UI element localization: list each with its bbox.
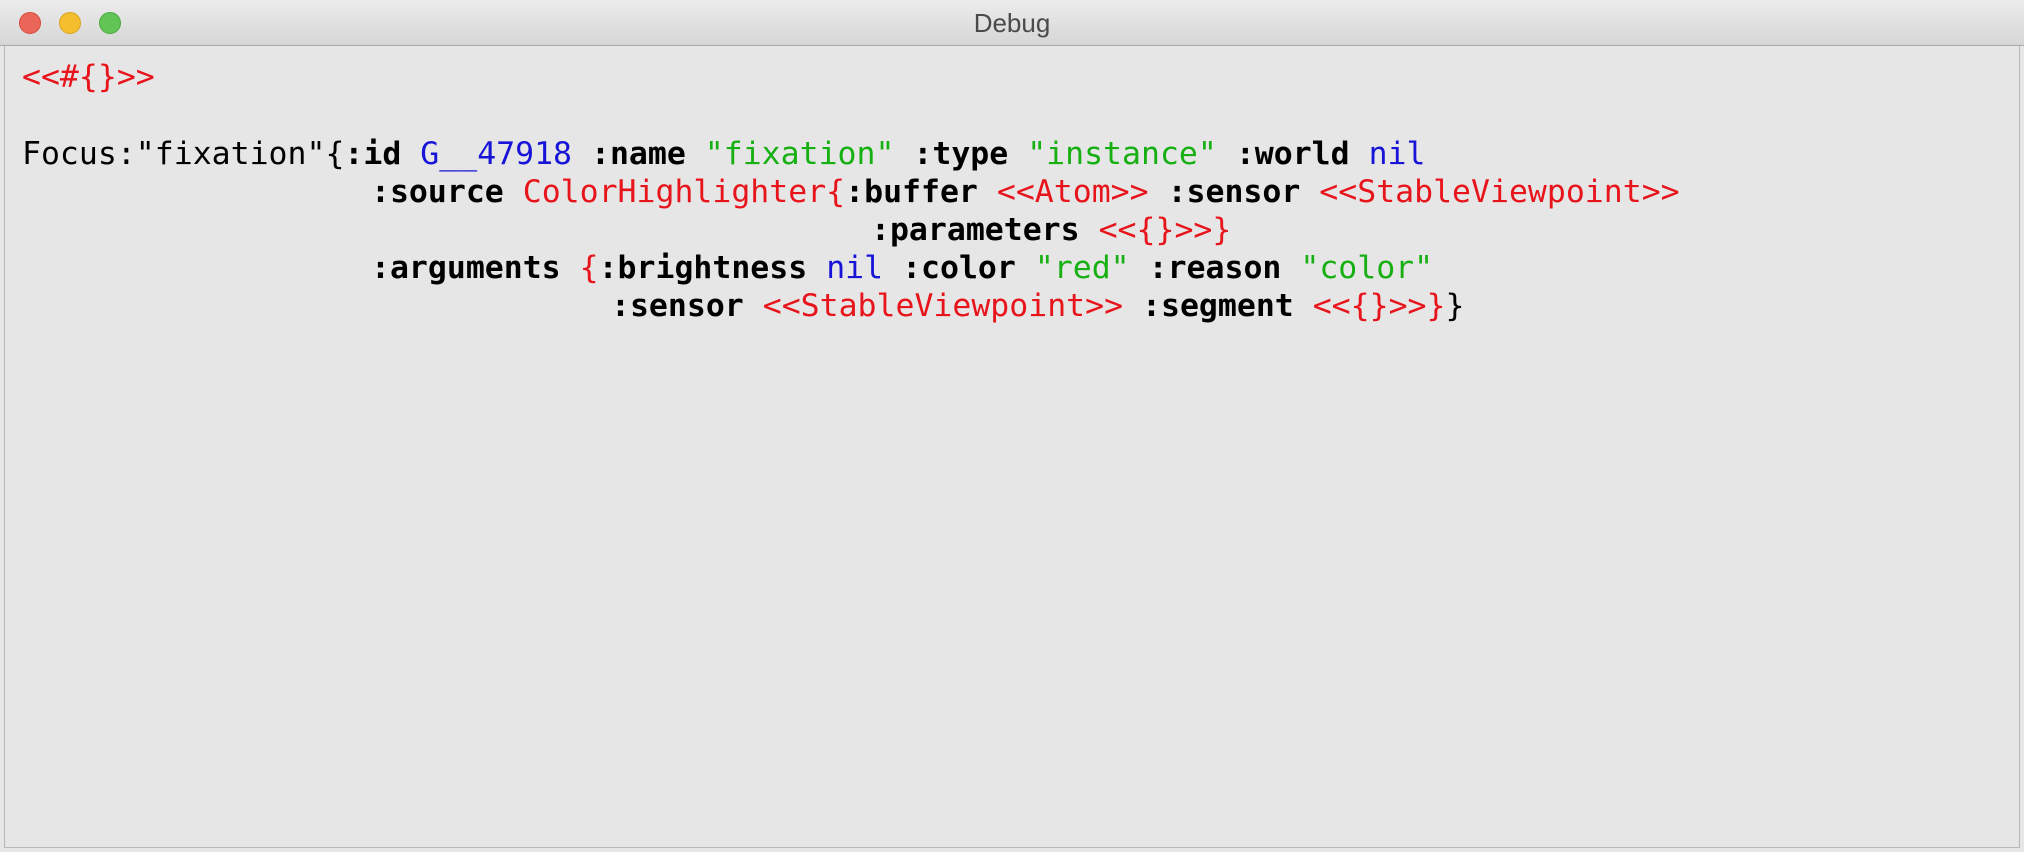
header-value: <<#{}>>: [22, 59, 155, 95]
brightness-key: :brightness: [598, 250, 808, 286]
id-key: :id: [344, 136, 402, 172]
focus-label: Focus:: [22, 136, 136, 172]
parameters-value: <<{}>>}: [1098, 212, 1232, 248]
window-title: Debug: [973, 8, 1051, 38]
open-brace: {: [325, 136, 345, 172]
buffer-value: <<Atom>>: [996, 174, 1149, 210]
name-key: :name: [590, 136, 686, 172]
type-key: :type: [913, 136, 1009, 172]
color-value: "red": [1034, 250, 1130, 286]
type-value: "instance": [1027, 136, 1217, 172]
source-value: ColorHighlighter{: [522, 174, 846, 210]
world-key: :world: [1235, 136, 1350, 172]
focus-line: Focus:"fixation"{:id G__47918 :name "fix…: [22, 136, 1426, 172]
world-value: nil: [1368, 136, 1426, 172]
brightness-value: nil: [826, 250, 884, 286]
sensor-value: <<StableViewpoint>>: [1319, 174, 1680, 210]
segment-value: <<{}>>}: [1312, 288, 1446, 324]
reason-value: "color": [1300, 250, 1434, 286]
arg-sensor-value: <<StableViewpoint>>: [762, 288, 1124, 324]
arg-sensor-key: :sensor: [611, 288, 744, 324]
name-value: "fixation": [704, 136, 895, 172]
buffer-key: :buffer: [845, 174, 978, 210]
focus-name: "fixation": [135, 136, 326, 172]
debug-window: Debug <<#{}>> Focus:"fixation"{:id G__47…: [0, 0, 2024, 852]
parameters-line: :parameters <<{}>>}: [871, 212, 1231, 248]
sensor-key: :sensor: [1167, 174, 1301, 210]
arguments-line: :arguments {:brightness nil :color "red"…: [371, 250, 1433, 286]
arguments-key: :arguments: [371, 250, 561, 286]
source-key: :source: [371, 174, 504, 210]
reason-key: :reason: [1148, 250, 1282, 286]
debug-output-area[interactable]: <<#{}>> Focus:"fixation"{:id G__47918 :n…: [4, 46, 2020, 848]
close-brace: }: [1445, 288, 1465, 324]
arguments-open: {: [579, 250, 599, 286]
source-line: :source ColorHighlighter{:buffer <<Atom>…: [371, 174, 1680, 210]
color-key: :color: [902, 250, 1016, 286]
parameters-key: :parameters: [871, 212, 1080, 248]
sensor-segment-line: :sensor <<StableViewpoint>> :segment <<{…: [611, 288, 1464, 324]
title-bar[interactable]: Debug: [0, 0, 2024, 46]
segment-key: :segment: [1142, 288, 1294, 324]
id-value: G__47918: [420, 136, 573, 172]
